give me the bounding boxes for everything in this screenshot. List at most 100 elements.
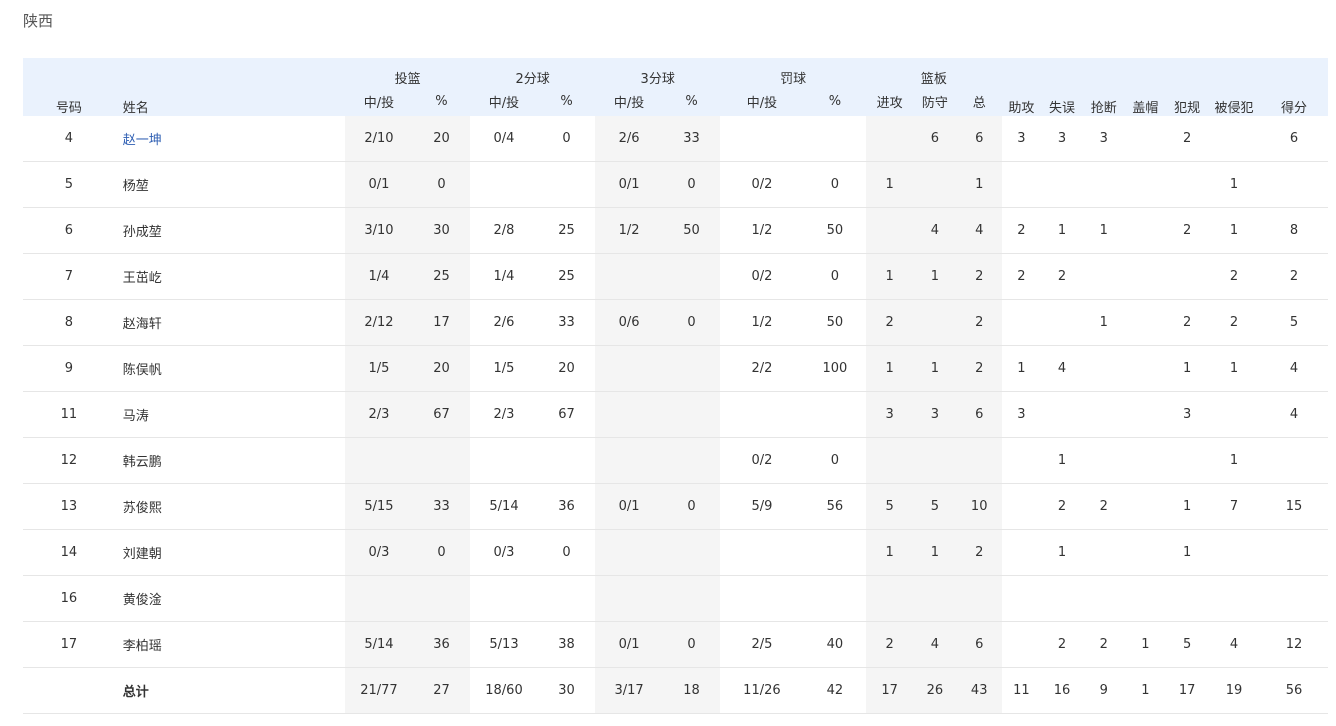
header-reb: 篮板 [866, 58, 1002, 87]
cell-fg: 5/15 [345, 483, 413, 530]
cell-tov [1041, 299, 1083, 346]
cell-ast [1001, 621, 1042, 668]
cell-blk [1124, 575, 1167, 622]
cell-ft: 0/2 [720, 161, 804, 208]
cell-pts: 4 [1260, 345, 1328, 392]
cell-pts [1260, 437, 1328, 484]
cell-stl [1082, 575, 1125, 622]
cell-two-pct [537, 161, 596, 208]
cell-no: 14 [23, 529, 115, 576]
cell-ft-pct: 50 [803, 207, 867, 254]
cell-oreb: 2 [866, 299, 914, 346]
cell-three-pct [662, 345, 721, 392]
cell-pf [1166, 253, 1208, 300]
cell-pts: 8 [1260, 207, 1328, 254]
cell-treb: 4 [956, 207, 1002, 254]
cell-name: 刘建朝 [114, 529, 346, 576]
cell-two: 2/3 [470, 391, 538, 438]
cell-fg-pct: 20 [412, 345, 471, 392]
header-ft-made-att: 中/投 [720, 87, 804, 116]
cell-ft [720, 116, 804, 162]
cell-pts: 4 [1260, 391, 1328, 438]
cell-stl: 9 [1082, 667, 1125, 714]
cell-three-pct: 0 [662, 161, 721, 208]
cell-oreb: 3 [866, 391, 914, 438]
cell-fg: 5/14 [345, 621, 413, 668]
cell-fd: 1 [1207, 345, 1261, 392]
cell-fg: 2/3 [345, 391, 413, 438]
cell-no: 16 [23, 575, 115, 622]
cell-name: 李柏瑶 [114, 621, 346, 668]
cell-dreb: 26 [913, 667, 957, 714]
cell-fd [1207, 575, 1261, 622]
cell-two [470, 575, 538, 622]
cell-tov: 2 [1041, 483, 1083, 530]
header-tov: 失误 [1041, 58, 1083, 116]
cell-fg-pct: 0 [412, 529, 471, 576]
cell-ast: 3 [1001, 116, 1042, 162]
header-ast: 助攻 [1001, 58, 1042, 116]
cell-ast [1001, 437, 1042, 484]
cell-stl [1082, 345, 1125, 392]
cell-ft-pct: 56 [803, 483, 867, 530]
cell-three [595, 575, 663, 622]
cell-tov: 3 [1041, 116, 1083, 162]
header-pts: 得分 [1260, 58, 1328, 116]
cell-pts: 2 [1260, 253, 1328, 300]
cell-three-pct: 33 [662, 116, 721, 162]
cell-fd: 19 [1207, 667, 1261, 714]
cell-two-pct: 36 [537, 483, 596, 530]
cell-tov [1041, 391, 1083, 438]
cell-ast [1001, 483, 1042, 530]
header-two: 2分球 [470, 58, 596, 87]
box-score-table: 号码 姓名 投篮 2分球 3分球 罚球 篮板 助攻 失误 抢断 盖帽 犯规 被侵… [23, 58, 1328, 714]
cell-two-pct: 20 [537, 345, 596, 392]
header-ft: 罚球 [720, 58, 867, 87]
cell-three: 0/1 [595, 483, 663, 530]
player-name-link[interactable]: 赵一坤 [114, 116, 346, 162]
cell-ft [720, 391, 804, 438]
cell-fd [1207, 391, 1261, 438]
header-name: 姓名 [114, 58, 346, 116]
cell-three-pct [662, 253, 721, 300]
cell-tov: 1 [1041, 437, 1083, 484]
header-two-made-att: 中/投 [470, 87, 538, 116]
cell-three-pct: 50 [662, 207, 721, 254]
cell-fd [1207, 529, 1261, 576]
cell-ft [720, 529, 804, 576]
cell-blk [1124, 161, 1167, 208]
cell-three [595, 437, 663, 484]
cell-fg-pct: 33 [412, 483, 471, 530]
cell-ft [720, 575, 804, 622]
header-stl: 抢断 [1082, 58, 1125, 116]
cell-two-pct: 67 [537, 391, 596, 438]
cell-name: 韩云鹏 [114, 437, 346, 484]
cell-no: 8 [23, 299, 115, 346]
cell-pf: 17 [1166, 667, 1208, 714]
cell-ft: 5/9 [720, 483, 804, 530]
cell-name: 黄俊淦 [114, 575, 346, 622]
cell-dreb: 1 [913, 345, 957, 392]
cell-fg: 0/1 [345, 161, 413, 208]
cell-pf [1166, 437, 1208, 484]
cell-stl: 1 [1082, 299, 1125, 346]
cell-tov: 2 [1041, 253, 1083, 300]
cell-tov [1041, 575, 1083, 622]
cell-two-pct: 25 [537, 253, 596, 300]
cell-treb: 43 [956, 667, 1002, 714]
cell-treb: 6 [956, 621, 1002, 668]
cell-fg-pct: 67 [412, 391, 471, 438]
cell-two-pct: 33 [537, 299, 596, 346]
cell-blk: 1 [1124, 667, 1167, 714]
cell-no: 9 [23, 345, 115, 392]
header-fd: 被侵犯 [1207, 58, 1261, 116]
cell-ft-pct: 42 [803, 667, 867, 714]
cell-pts: 15 [1260, 483, 1328, 530]
cell-fd: 4 [1207, 621, 1261, 668]
table-row: 7 王茁屹 1/4 25 1/4 25 0/2 0 1 1 2 2 2 2 2 [23, 253, 1328, 300]
cell-no: 6 [23, 207, 115, 254]
cell-stl [1082, 391, 1125, 438]
table-row: 13 苏俊熙 5/15 33 5/14 36 0/1 0 5/9 56 5 5 10 2 2 1 7 15 [23, 483, 1328, 530]
cell-fg: 2/12 [345, 299, 413, 346]
cell-ft-pct: 0 [803, 161, 867, 208]
